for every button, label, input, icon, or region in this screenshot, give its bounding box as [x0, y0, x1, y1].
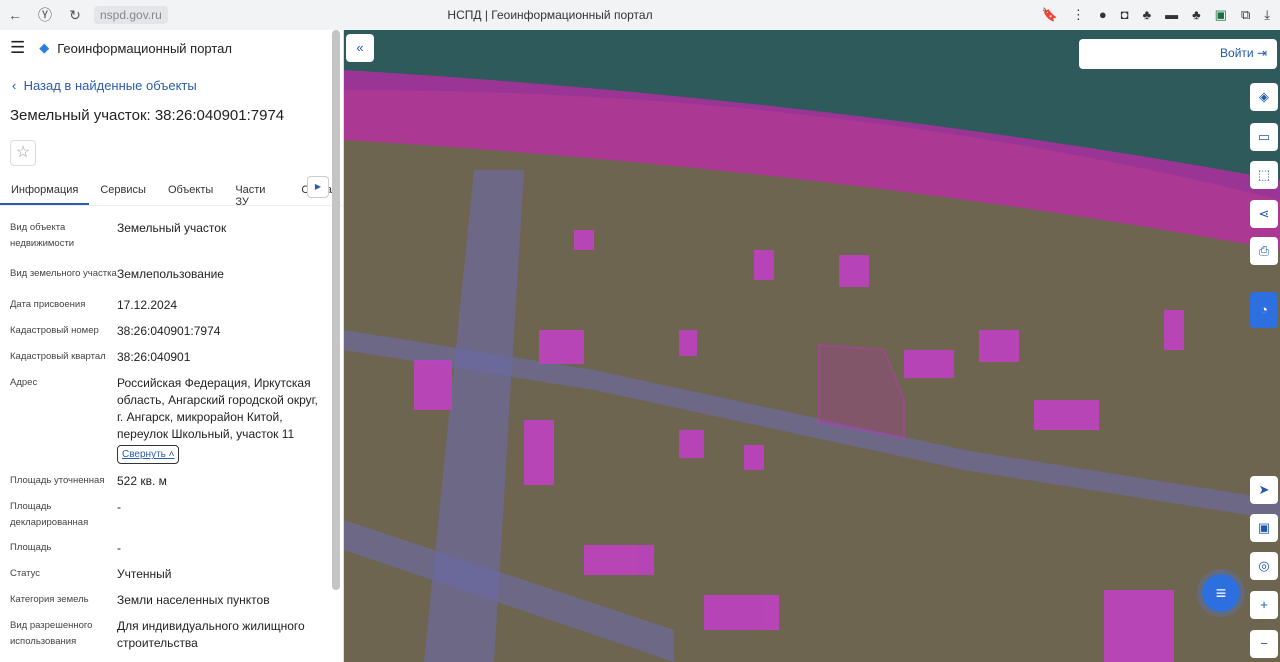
field-label: Вид земельного участка: [10, 268, 117, 279]
address-bar[interactable]: nspd.gov.ru: [94, 6, 168, 24]
zoom-out-icon[interactable]: −: [1250, 630, 1278, 658]
field-label: Вид разрешенного использования: [10, 620, 93, 647]
back-link-label: Назад в найденные объекты: [23, 78, 197, 93]
select-area-icon[interactable]: ⬚: [1250, 161, 1278, 189]
logo-icon: ◆: [39, 40, 50, 55]
collapse-sidebar-button[interactable]: «: [346, 34, 374, 62]
field-row: Площадь уточненная 522 кв. м: [0, 473, 343, 490]
back-icon[interactable]: ←: [0, 7, 30, 23]
extension-icon[interactable]: ⧉: [1241, 7, 1250, 23]
camera-icon[interactable]: ◘: [1121, 7, 1129, 23]
ruler-icon[interactable]: ▭: [1250, 123, 1278, 151]
field-label: Кадастровый квартал: [10, 351, 106, 362]
info-list: Вид объекта недвижимости Земельный участо…: [0, 220, 343, 652]
tab-parts[interactable]: Части ЗУ: [224, 178, 290, 208]
tabs: Информация Сервисы Объекты Части ЗУ Сост…: [0, 176, 343, 208]
field-label: Площадь уточненная: [10, 475, 105, 486]
bookmark-icon[interactable]: 🔖: [1042, 7, 1058, 23]
field-row: Площадь -: [0, 540, 343, 557]
field-value: Для индивидуального жилищного строительс…: [117, 619, 305, 650]
field-row: Вид объекта недвижимости Земельный участо…: [0, 220, 343, 252]
extension-icon[interactable]: ♣: [1143, 7, 1152, 23]
field-label: Дата присвоения: [10, 299, 86, 310]
extension-icon[interactable]: ●: [1099, 7, 1107, 23]
menu-icon[interactable]: ⋮: [1072, 7, 1085, 23]
field-value: -: [117, 500, 121, 514]
geolocation-icon[interactable]: ◎: [1250, 552, 1278, 580]
collapse-label: Свернуть: [122, 449, 166, 460]
field-row: Кадастровый номер 38:26:040901:7974: [0, 323, 343, 340]
field-value: Учтенный: [117, 567, 172, 581]
collapse-button[interactable]: Свернуть ˄: [117, 445, 180, 464]
download-icon[interactable]: ⤓: [1264, 7, 1270, 23]
tabs-scroll-right-icon[interactable]: ▶: [307, 176, 329, 198]
tab-objects[interactable]: Объекты: [157, 178, 224, 205]
field-label: Статус: [10, 568, 41, 579]
share-icon[interactable]: ⋖: [1250, 200, 1278, 228]
extension-icon[interactable]: ▬: [1165, 7, 1178, 23]
field-row: Вид разрешенного использования Для индиви…: [0, 618, 343, 652]
field-row: Кадастровый квартал 38:26:040901: [0, 349, 343, 366]
field-value: 38:26:040901: [117, 350, 191, 364]
field-value: Земельный участок: [117, 221, 227, 235]
assistant-icon[interactable]: ◔: [1250, 292, 1278, 328]
field-label: Адрес: [10, 377, 38, 388]
tab-info[interactable]: Информация: [0, 178, 90, 205]
field-label: Кадастровый номер: [10, 325, 99, 336]
field-row: Адрес Российская Федерация, Иркутская обл…: [0, 375, 343, 464]
field-value: -: [117, 541, 121, 555]
login-label: Войти: [1220, 46, 1254, 60]
field-row: Площадь декларированная -: [0, 499, 343, 531]
sidebar-scrollbar[interactable]: [332, 30, 340, 590]
layers-icon[interactable]: ◈: [1250, 83, 1278, 111]
field-row: Дата присвоения 17.12.2024: [0, 297, 343, 314]
zoom-in-icon[interactable]: +: [1250, 591, 1278, 619]
object-title: Земельный участок: 38:26:040901:7974: [10, 107, 285, 124]
field-label: Вид объекта недвижимости: [10, 222, 75, 249]
login-button[interactable]: Войти ⇥: [1079, 39, 1277, 69]
browser-toolbar: ← Ⓨ ↻ nspd.gov.ru НСПД | Геоинформационн…: [0, 0, 1280, 30]
field-row: Вид земельного участка Землепользование: [0, 266, 343, 283]
sidebar-header: ☰ ◆ Геоинформационный портал: [0, 30, 343, 66]
field-value: Землепользование: [117, 267, 224, 281]
field-label: Площадь декларированная: [10, 501, 89, 528]
field-row: Статус Учтенный: [0, 566, 343, 583]
yandex-icon[interactable]: Ⓨ: [30, 5, 60, 25]
tab-services[interactable]: Сервисы: [89, 178, 157, 205]
app-title: Геоинформационный портал: [57, 40, 232, 56]
menu-icon[interactable]: ☰: [10, 38, 25, 58]
excel-icon[interactable]: ▣: [1215, 7, 1227, 23]
extensions: 🔖 ⋮ ● ◘ ♣ ▬ ♣ ▣ ⧉ ⤓: [1042, 7, 1270, 23]
favorite-star-icon[interactable]: ☆: [10, 140, 36, 166]
print-icon[interactable]: ⎙: [1250, 237, 1278, 265]
field-value: 17.12.2024: [117, 298, 178, 312]
extension-icon[interactable]: ♣: [1192, 7, 1201, 23]
sidebar: ☰ ◆ Геоинформационный портал ‹ Назад в н…: [0, 30, 344, 662]
chat-icon[interactable]: ≡: [1202, 574, 1240, 612]
back-link[interactable]: ‹ Назад в найденные объекты: [12, 78, 343, 93]
map-view[interactable]: « Войти ⇥ ◈ ▭ ⬚ ⋖ ⎙ ◔ ➤ ▣ ◎ + − ≡: [344, 30, 1280, 662]
field-value: 522 кв. м: [117, 474, 167, 488]
field-value: Российская Федерация, Иркутская область,…: [117, 376, 318, 441]
minimap-icon[interactable]: ▣: [1250, 514, 1278, 542]
locate-icon[interactable]: ➤: [1250, 476, 1278, 504]
field-row: Категория земель Земли населенных пунктов: [0, 592, 343, 609]
field-value: Земли населенных пунктов: [117, 593, 270, 607]
field-label: Категория земель: [10, 594, 89, 605]
satellite-map: [344, 30, 1280, 662]
field-label: Площадь: [10, 542, 52, 553]
reload-icon[interactable]: ↻: [60, 7, 90, 24]
field-value: 38:26:040901:7974: [117, 324, 221, 338]
